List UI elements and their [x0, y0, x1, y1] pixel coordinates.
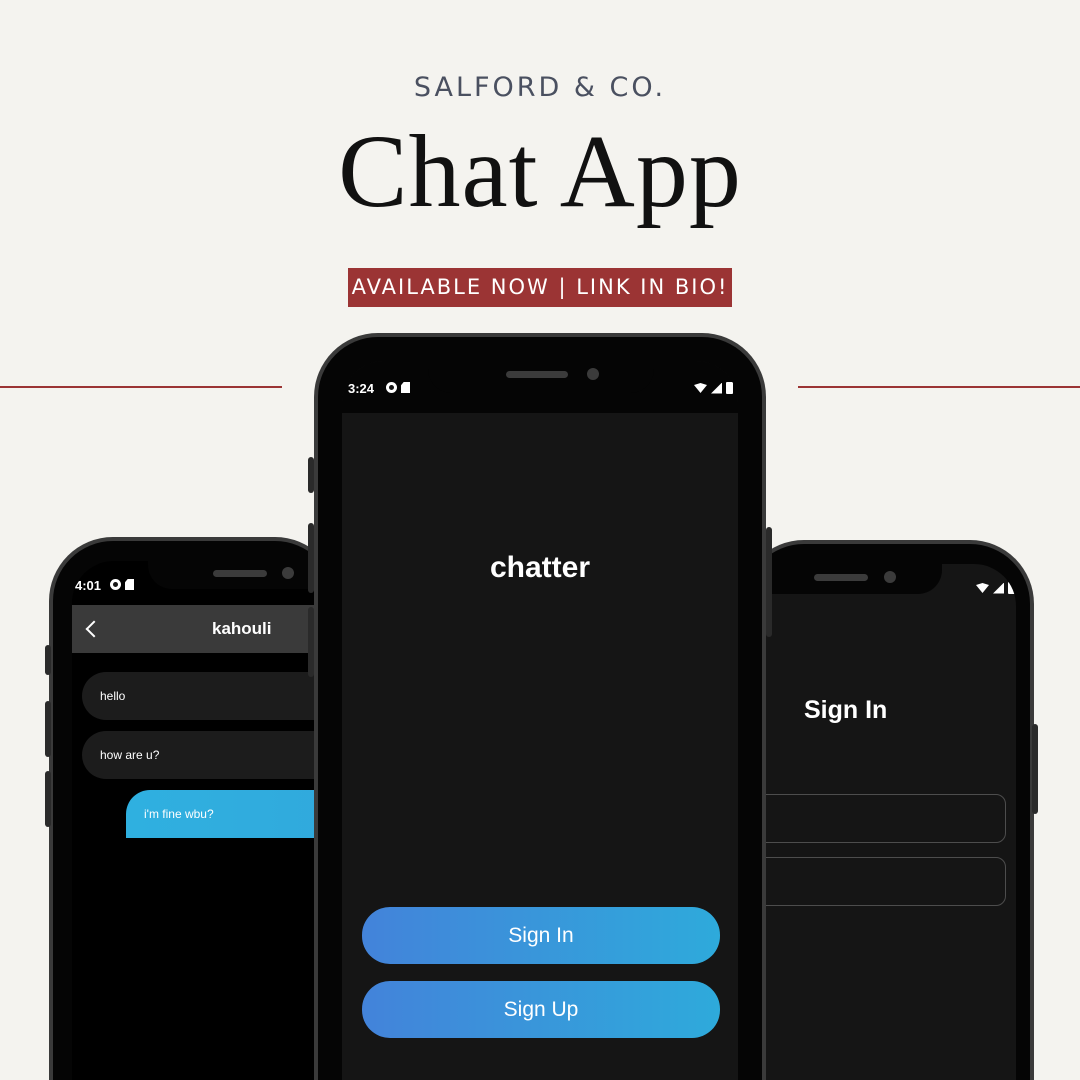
battery-icon [726, 382, 733, 394]
front-camera [884, 571, 896, 583]
phone-chat-screen: 4:01 kahouli hello how are u? i'm fine w… [45, 537, 352, 1080]
divider-right [798, 386, 1080, 388]
phone-side-button [45, 701, 51, 757]
chat-contact-name: kahouli [212, 619, 272, 638]
phone-notch [764, 564, 942, 594]
status-time: 3:24 [348, 381, 375, 396]
speaker [814, 574, 868, 581]
app-notification-icon [110, 579, 121, 590]
wifi-icon [694, 383, 707, 393]
app-notification-icon [386, 382, 397, 393]
divider-left [0, 386, 282, 388]
message-bubble-incoming: how are u? [82, 731, 342, 779]
sd-card-icon [125, 579, 134, 590]
status-icons [110, 579, 134, 590]
wifi-icon [976, 583, 989, 593]
sign-up-button[interactable]: Sign Up [362, 981, 720, 1038]
speaker [506, 371, 568, 378]
sd-card-icon [401, 382, 410, 393]
phone-side-button [308, 523, 314, 593]
landing-screen: 3:24 chatter Sign In Sign Up [342, 361, 738, 1080]
message-bubble-incoming: hello [82, 672, 342, 720]
sign-in-button[interactable]: Sign In [362, 907, 720, 964]
phone-signin-screen: Sign In [740, 540, 1038, 1080]
status-icons [386, 382, 410, 393]
status-time: 4:01 [75, 578, 102, 593]
back-arrow-icon[interactable] [82, 617, 106, 641]
phone-side-button [1032, 724, 1038, 814]
brand-name: SALFORD & CO. [413, 72, 667, 103]
signin-screen: Sign In [764, 564, 1016, 1080]
password-field[interactable] [764, 857, 1006, 906]
email-field[interactable] [764, 794, 1006, 843]
phone-side-button [766, 527, 772, 637]
front-camera [282, 567, 294, 579]
phone-side-button [45, 771, 51, 827]
page-title: Chat App [338, 114, 742, 229]
signal-icon [711, 382, 722, 394]
status-icons [976, 582, 1015, 594]
signal-icon [993, 582, 1004, 594]
app-name: chatter [489, 551, 591, 584]
battery-icon [1008, 582, 1015, 594]
phone-landing-screen: 3:24 chatter Sign In Sign Up [308, 333, 772, 1080]
speaker [213, 570, 267, 577]
availability-badge: AVAILABLE NOW | LINK IN BIO! [348, 268, 732, 307]
status-icons [694, 382, 733, 394]
front-camera [587, 368, 599, 380]
phone-side-button [308, 457, 314, 493]
signin-title: Sign In [804, 696, 888, 724]
phone-side-button [45, 645, 51, 675]
phone-notch [428, 361, 654, 393]
phone-side-button [308, 607, 314, 677]
